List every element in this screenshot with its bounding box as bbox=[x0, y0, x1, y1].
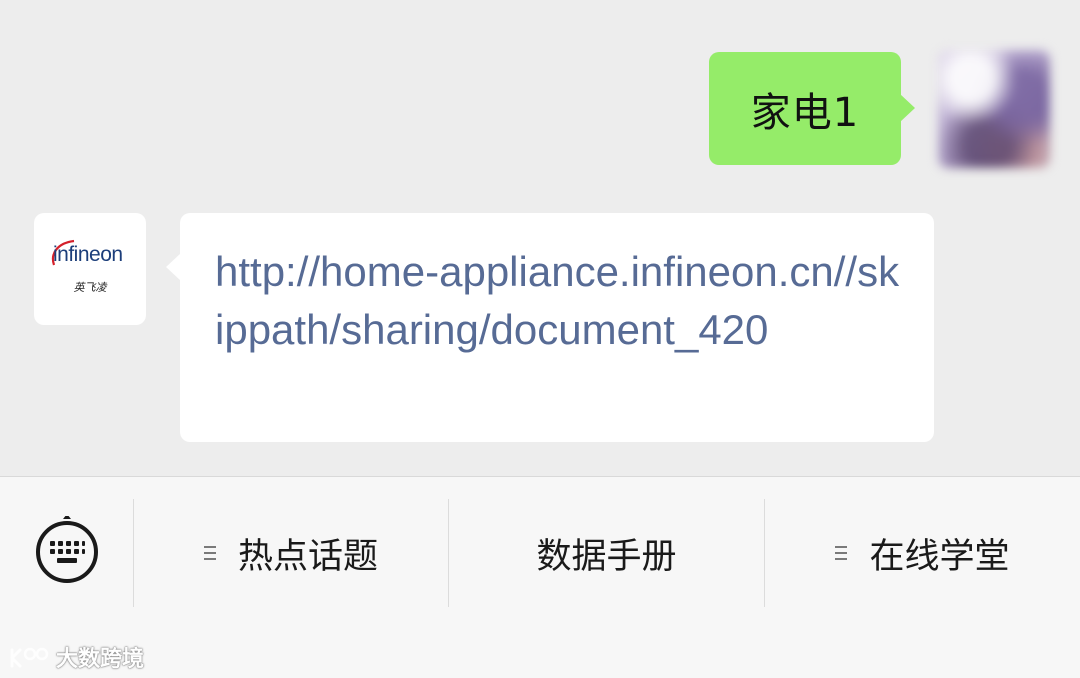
sent-message-text: 家电1 bbox=[750, 89, 860, 136]
menu-item-label: 数据手册 bbox=[536, 536, 677, 577]
watermark-logo-icon bbox=[10, 647, 49, 668]
menu-item-datasheets[interactable]: 数据手册 bbox=[449, 499, 764, 607]
sent-message-bubble[interactable]: 家电1 bbox=[709, 52, 915, 165]
sent-message-row: 家电1 bbox=[0, 0, 1080, 190]
official-account-avatar[interactable]: infineon 英飞凌 bbox=[34, 213, 146, 325]
received-message-bubble[interactable]: http://home-appliance.infineon.cn//skipp… bbox=[166, 213, 934, 442]
menu-item-hot-topics[interactable]: 热点话题 bbox=[134, 499, 448, 607]
keyboard-icon[interactable] bbox=[33, 516, 101, 584]
menu-item-online-academy[interactable]: 在线学堂 bbox=[765, 499, 1080, 607]
chat-area: 家电1 infineon 英飞凌 http://home-appliance.i… bbox=[0, 0, 1080, 476]
message-link[interactable]: http://home-appliance.infineon.cn//skipp… bbox=[215, 243, 906, 359]
submenu-icon bbox=[203, 545, 218, 561]
self-avatar[interactable] bbox=[938, 50, 1050, 168]
menu-item-label: 热点话题 bbox=[237, 536, 378, 577]
menu-item-label: 在线学堂 bbox=[869, 536, 1010, 577]
watermark-text: 大数跨境 bbox=[56, 647, 145, 672]
official-account-menu-bar: 热点话题 数据手册 在线学堂 bbox=[0, 476, 1080, 678]
logo-subtext: 英飞凌 bbox=[73, 281, 107, 294]
watermark: 大数跨境 bbox=[8, 641, 144, 673]
logo-text: infineon bbox=[53, 243, 123, 266]
submenu-icon bbox=[835, 545, 849, 561]
